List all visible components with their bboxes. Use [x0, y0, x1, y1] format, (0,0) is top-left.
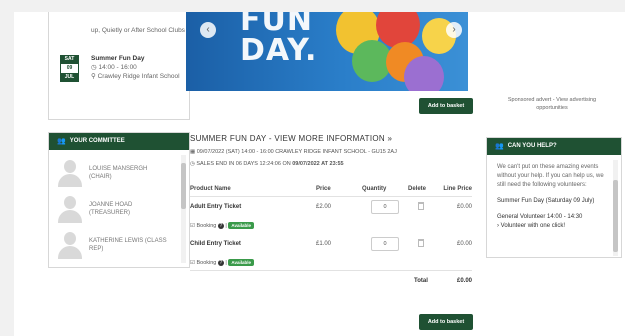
volunteer-slot: General Volunteer 14:00 - 14:30	[497, 214, 583, 220]
checkbox-icon: ☑	[190, 223, 195, 229]
committee-scrollbar[interactable]	[181, 155, 186, 263]
member-name: LOUISE MANSERGH (CHAIR)	[89, 166, 148, 180]
event-time: 14:00 - 16:00	[98, 64, 137, 71]
event-info-title[interactable]: SUMMER FUN DAY - VIEW MORE INFORMATION »	[190, 134, 392, 143]
quantity-input[interactable]: 0	[371, 200, 399, 215]
member-name: KATHERINE LEWIS (CLASS REP)	[89, 238, 167, 252]
map-pin-icon: ⚲	[91, 73, 98, 80]
col-delete: Delete	[408, 182, 434, 197]
sales-end-prefix: SALES END IN 06 DAYS 12:24:06 ON	[196, 161, 291, 167]
carousel-prev-button[interactable]: ‹	[200, 22, 216, 38]
calendar-icon: ▦	[190, 149, 197, 155]
table-row: Child Entry Ticket £1.00 0 £0.00	[190, 233, 472, 255]
date-dow: SAT	[60, 55, 79, 64]
help-panel: 👥 CAN YOU HELP? We can't put on these am…	[486, 137, 622, 258]
committee-header: 👥 YOUR COMMITTEE	[49, 133, 189, 150]
ticket-name: Adult Entry Ticket	[190, 204, 242, 211]
volunteer-cta[interactable]: Volunteer with one click!	[501, 223, 565, 229]
question-icon[interactable]: ?	[217, 223, 224, 229]
booking-label: Booking	[196, 223, 217, 229]
total-label: Total	[414, 278, 428, 285]
col-product: Product Name	[190, 182, 316, 197]
avatar	[55, 229, 85, 259]
committee-heading: YOUR COMMITTEE	[69, 138, 125, 144]
line-price: £0.00	[456, 241, 472, 247]
ticket-price: £1.00	[316, 241, 332, 247]
avatar	[55, 193, 85, 223]
col-price: Price	[316, 182, 362, 197]
date-month: JUL	[60, 73, 79, 82]
ticket-name: Child Entry Ticket	[190, 241, 241, 247]
help-heading: CAN YOU HELP?	[507, 143, 557, 149]
balloon	[404, 56, 444, 91]
banner-line-2: DAY.	[240, 33, 318, 68]
table-header-row: Product Name Price Quantity Delete Line …	[190, 182, 472, 197]
status-badge: Available	[228, 258, 254, 266]
table-row: ☑ Booking ? | Available	[190, 255, 472, 270]
sales-end-date: 09/07/2022 AT 23:55	[292, 161, 344, 167]
question-icon[interactable]: ?	[217, 259, 224, 266]
people-icon: 👥	[495, 143, 504, 150]
add-to-basket-button-top[interactable]: Add to basket	[419, 98, 473, 114]
line-price: £0.00	[456, 204, 472, 211]
banner-text: FUN DAY.	[240, 12, 317, 66]
event-banner-image: FUN DAY. ‹ ›	[186, 12, 468, 91]
sales-end-row: ◷ SALES END IN 06 DAYS 12:24:06 ON 09/07…	[190, 161, 344, 167]
total-value: £0.00	[456, 278, 472, 285]
event-date-badge: SAT 09 JUL	[60, 55, 79, 82]
status-badge: Available	[228, 222, 254, 229]
table-row: Adult Entry Ticket £2.00 0 £0.00	[190, 196, 472, 218]
ticket-price: £2.00	[316, 204, 332, 211]
event-details: 09/07/2022 (SAT) 14:00 - 16:00 CRAWLEY R…	[196, 149, 397, 155]
tickets-table: Product Name Price Quantity Delete Line …	[190, 182, 472, 292]
help-event: Summer Fun Day (Saturday 09 July)	[497, 198, 595, 204]
committee-member	[55, 193, 85, 223]
trash-icon[interactable]	[418, 202, 424, 211]
committee-member	[55, 157, 85, 187]
carousel-next-button[interactable]: ›	[446, 22, 462, 38]
help-intro: We can't put on these amazing events wit…	[497, 164, 604, 188]
event-title[interactable]: Summer Fun Day	[91, 54, 186, 63]
people-icon: 👥	[57, 138, 66, 145]
member-name: JOANNE HOAD (TREASURER)	[89, 202, 133, 216]
committee-member	[55, 229, 85, 259]
help-header: 👥 CAN YOU HELP?	[487, 138, 621, 155]
col-quantity: Quantity	[362, 182, 408, 197]
booking-label: Booking	[196, 259, 217, 266]
event-item[interactable]: Summer Fun Day ◷ 14:00 - 16:00 ⚲ Crawley…	[91, 54, 186, 81]
add-to-basket-button-bottom[interactable]: Add to basket	[419, 314, 473, 330]
help-scrollbar[interactable]	[613, 160, 618, 256]
date-day: 09	[60, 64, 79, 73]
volunteer-link[interactable]: › Volunteer with one click!	[497, 222, 609, 231]
quantity-input[interactable]: 0	[371, 237, 399, 251]
avatar	[55, 157, 85, 187]
help-body: We can't put on these amazing events wit…	[487, 155, 621, 231]
sponsored-advert-link[interactable]: Sponsored advert - View advertising oppo…	[494, 96, 610, 112]
table-row: ☑ Booking ? | Available	[190, 218, 472, 233]
event-location: Crawley Ridge Infant School	[97, 73, 180, 80]
event-time-row: ◷ 14:00 - 16:00	[91, 63, 186, 72]
event-location-row: ⚲ Crawley Ridge Infant School	[91, 72, 186, 81]
committee-panel: 👥 YOUR COMMITTEE LOUISE MANSERGH (CHAIR)…	[48, 132, 190, 268]
col-line-price: Line Price	[434, 182, 472, 197]
events-list: up, Quietly or After School Clubs SAT 09…	[48, 12, 190, 120]
event-details-row: ▦ 09/07/2022 (SAT) 14:00 - 16:00 CRAWLEY…	[190, 149, 397, 155]
total-row: Total £0.00	[190, 270, 472, 292]
checkbox-icon: ☑	[190, 259, 195, 266]
page: up, Quietly or After School Clubs SAT 09…	[14, 12, 625, 336]
trash-icon[interactable]	[418, 239, 424, 247]
